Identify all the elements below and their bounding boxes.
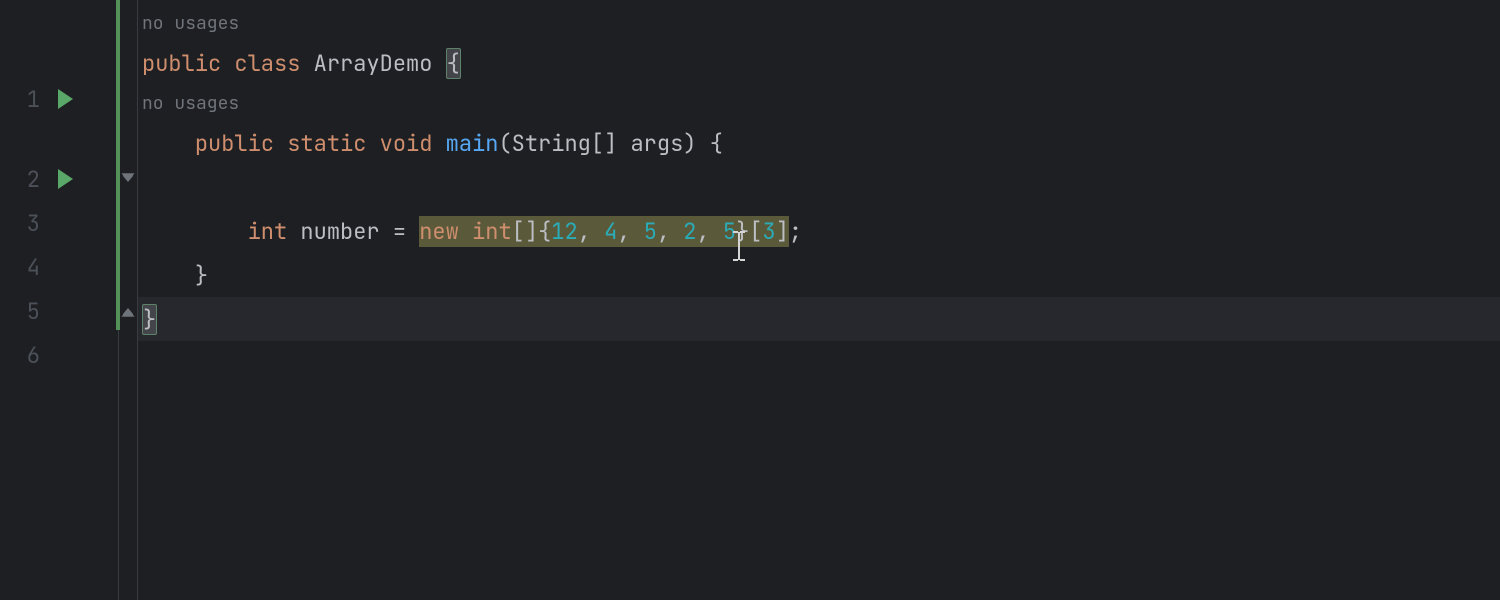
hint-gutter-slot [0, 41, 118, 77]
line-number[interactable]: 5 [0, 297, 40, 326]
fold-collapse-icon[interactable] [121, 304, 135, 318]
code-line[interactable]: int number = new int[]{12, 4, 5, 2, 5}[3… [138, 209, 1500, 253]
fold-gutter [118, 0, 138, 600]
fold-collapse-icon[interactable] [121, 172, 135, 186]
gutter-line-2: 2 [0, 157, 118, 201]
open-brace: { [446, 48, 461, 79]
line-number[interactable]: 2 [0, 165, 40, 194]
code-editor[interactable]: no usages public class ArrayDemo { no us… [138, 0, 1500, 600]
code-line[interactable]: public static void main(String[] args) { [138, 121, 1500, 165]
line-number[interactable]: 6 [0, 341, 40, 370]
run-icon[interactable] [58, 169, 73, 189]
gutter-line-5: 5 [0, 289, 118, 333]
gutter-line-1: 1 [0, 77, 118, 121]
line-number[interactable]: 3 [0, 209, 40, 238]
close-brace: } [142, 304, 157, 335]
run-icon[interactable] [58, 89, 73, 109]
code-line[interactable]: } [138, 253, 1500, 297]
code-line-active[interactable]: } [138, 297, 1500, 341]
keyword-int: int [248, 217, 288, 246]
open-paren: ( [498, 129, 511, 158]
param-type: String [512, 129, 591, 158]
line-number[interactable]: 4 [0, 253, 40, 282]
gutter-line-3: 3 [0, 201, 118, 245]
keyword-static: static [287, 129, 366, 158]
open-brace: { [710, 129, 723, 158]
inlay-hint-method-usages[interactable]: no usages [138, 85, 1500, 121]
keyword-void: void [380, 129, 433, 158]
param-name: args [630, 129, 683, 158]
selection-highlight: new int[]{12, 4, 5, 2, 5}[3] [419, 216, 789, 247]
gutter-line-6: 6 [0, 333, 118, 377]
keyword-public: public [195, 129, 274, 158]
keyword-public: public [142, 49, 221, 78]
method-name: main [446, 129, 499, 158]
code-line[interactable]: public class ArrayDemo { [138, 41, 1500, 85]
inlay-hint-class-usages[interactable]: no usages [138, 5, 1500, 41]
close-brace: } [195, 261, 208, 290]
class-name: ArrayDemo [314, 49, 433, 78]
code-line[interactable] [138, 165, 1500, 209]
close-paren: ) [683, 129, 696, 158]
keyword-class: class [234, 49, 300, 78]
line-number[interactable]: 1 [0, 85, 40, 114]
line-number-gutter: 1 2 3 4 5 6 [0, 0, 118, 600]
hint-gutter-slot [0, 121, 118, 157]
gutter-line-4: 4 [0, 245, 118, 289]
variable-name: number [300, 217, 379, 246]
